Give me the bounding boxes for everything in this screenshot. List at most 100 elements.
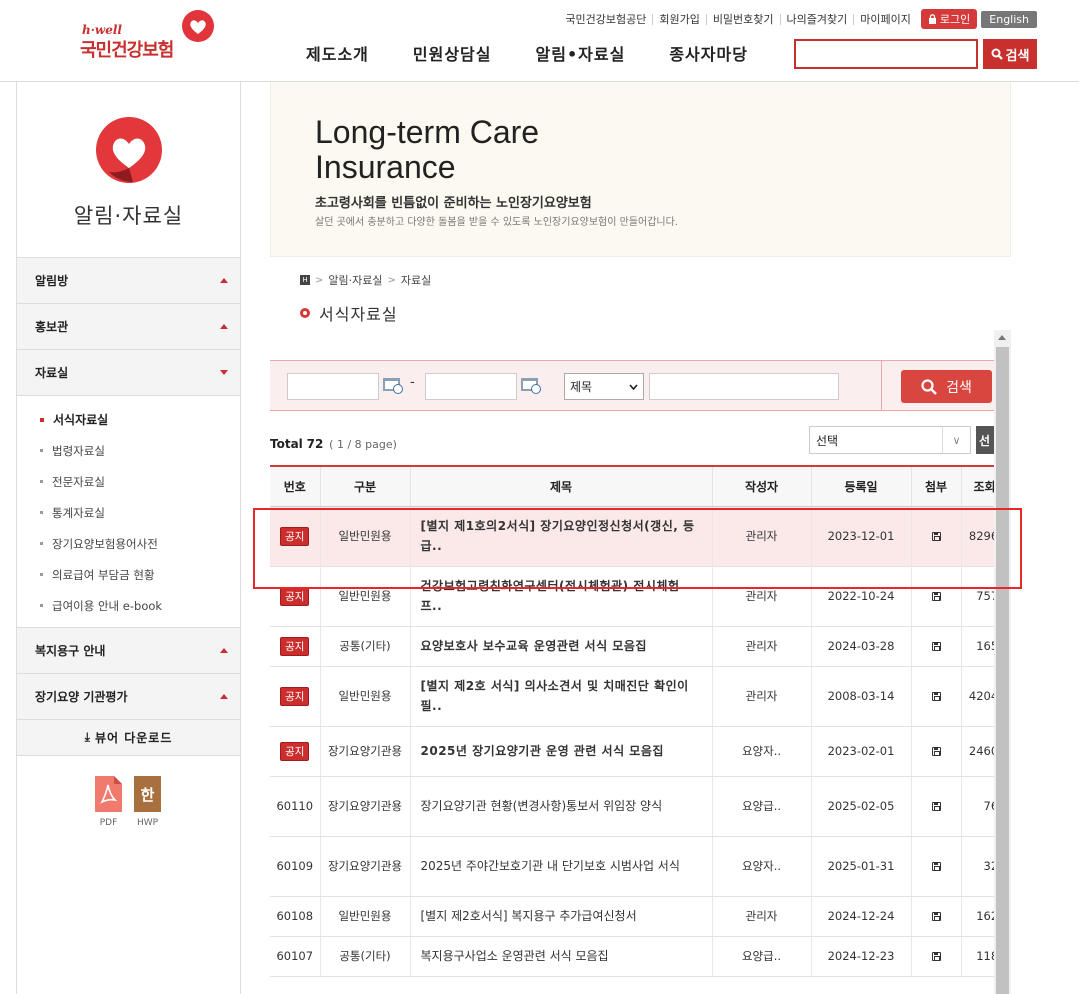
cell-attachment[interactable] bbox=[911, 896, 962, 937]
cell-date: 2025-02-05 bbox=[811, 776, 912, 837]
cell-title-link[interactable]: [별지 제2호서식] 복지용구 추가급여신청서 bbox=[410, 896, 713, 937]
login-label: 로그인 bbox=[939, 13, 971, 26]
floppy-disk-icon[interactable] bbox=[931, 642, 941, 651]
submenu-expert[interactable]: 전문자료실 bbox=[17, 466, 240, 497]
util-link-favorites[interactable]: 나의즐겨찾기 bbox=[779, 13, 854, 25]
search-field-value: 제목 bbox=[570, 380, 593, 394]
cell-title-link[interactable]: 장기요양기관 현황(변경사항)통보서 위임장 양식 bbox=[410, 776, 713, 837]
cell-title-link[interactable]: [별지 제2호 서식] 의사소견서 및 치매진단 확인이 필.. bbox=[410, 666, 713, 727]
cell-views: 1627 bbox=[961, 896, 994, 937]
breadcrumb-item[interactable]: 자료실 bbox=[401, 272, 431, 288]
chevron-up-icon bbox=[220, 278, 228, 283]
site-logo[interactable]: h·well 국민건강보험 bbox=[80, 10, 220, 61]
cell-title-link[interactable]: [별지 제1호의2서식] 장기요양인정신청서(갱신, 등급.. bbox=[410, 506, 713, 567]
col-title: 제목 bbox=[410, 466, 713, 507]
table-row[interactable]: 공지 일반민원용 건강보험고령친화연구센터(전시체험관) 전시체험 프.. 관리자 20… bbox=[270, 566, 994, 627]
cell-attachment[interactable] bbox=[911, 726, 962, 777]
cell-title-link[interactable]: 복지용구사업소 운영관련 서식 모음집 bbox=[410, 936, 713, 977]
sidebar-item-welfare-equipment[interactable]: 복지용구 안내 bbox=[17, 628, 240, 674]
pdf-viewer-link[interactable]: PDF bbox=[95, 776, 122, 828]
cell-number: 60107 bbox=[270, 936, 321, 977]
col-views: 조회 bbox=[961, 466, 994, 507]
table-row[interactable]: 60110 장기요양기관용 장기요양기관 현황(변경사항)통보서 위임장 양식 요양급… bbox=[270, 776, 994, 837]
table-row[interactable]: 공지 공통(기타) 요양보호사 보수교육 운영관련 서식 모음집 관리자 2024-03… bbox=[270, 626, 994, 667]
util-link-mypage[interactable]: 마이페이지 bbox=[853, 13, 917, 25]
submenu-forms[interactable]: 서식자료실 bbox=[17, 404, 240, 435]
date-from-input[interactable] bbox=[287, 373, 379, 400]
sidebar-item-data-room[interactable]: 자료실 bbox=[17, 350, 240, 396]
cell-views: 765 bbox=[961, 776, 994, 837]
category-select[interactable]: 선택 ∨ bbox=[809, 426, 971, 454]
cell-author: 관리자 bbox=[712, 506, 812, 567]
cell-date: 2024-03-28 bbox=[811, 626, 912, 667]
select-button[interactable]: 선 bbox=[976, 426, 994, 454]
nav-workers[interactable]: 종사자마당 bbox=[647, 41, 770, 65]
submenu-statistics[interactable]: 통계자료실 bbox=[17, 497, 240, 528]
header-search-button[interactable]: 검색 bbox=[983, 39, 1037, 69]
table-row[interactable]: 60107 공통(기타) 복지용구사업소 운영관련 서식 모음집 요양급.. 2024-… bbox=[270, 936, 994, 977]
date-to-input[interactable] bbox=[425, 373, 517, 400]
vertical-scrollbar[interactable] bbox=[994, 330, 1011, 994]
cell-title-link[interactable]: 요양보호사 보수교육 운영관련 서식 모음집 bbox=[410, 626, 713, 667]
cell-category: 장기요양기관용 bbox=[320, 836, 411, 897]
cell-attachment[interactable] bbox=[911, 776, 962, 837]
cell-attachment[interactable] bbox=[911, 566, 962, 627]
search-button[interactable]: 검색 bbox=[901, 370, 992, 403]
cell-title-link[interactable]: 2025년 장기요양기관 운영 관련 서식 모음집 bbox=[410, 726, 713, 777]
sidebar-item-evaluation[interactable]: 장기요양 기관평가 bbox=[17, 674, 240, 720]
submenu-dictionary[interactable]: 장기요양보험용어사전 bbox=[17, 528, 240, 559]
cell-attachment[interactable] bbox=[911, 626, 962, 667]
cell-number: 60109 bbox=[270, 836, 321, 897]
cell-attachment[interactable] bbox=[911, 936, 962, 977]
table-row[interactable]: 60109 장기요양기관용 2025년 주야간보호기관 내 단기보호 시범사업 서식… bbox=[270, 836, 994, 897]
scrollbar-thumb[interactable] bbox=[996, 347, 1009, 994]
cell-views: 1183 bbox=[961, 936, 994, 977]
bullet-icon bbox=[40, 449, 43, 452]
calendar-icon[interactable] bbox=[383, 378, 403, 394]
search-field-select[interactable]: 제목 bbox=[564, 373, 644, 400]
notice-badge: 공지 bbox=[280, 636, 310, 656]
header-search-input[interactable] bbox=[794, 39, 978, 69]
home-icon[interactable]: H bbox=[300, 275, 310, 285]
hwp-label: HWP bbox=[136, 818, 159, 828]
banner-subtitle: 초고령사회를 빈틈없이 준비하는 노인장기요양보험 bbox=[315, 196, 592, 211]
lock-icon bbox=[928, 14, 936, 24]
cell-attachment[interactable] bbox=[911, 506, 962, 567]
nav-notice-data[interactable]: 알림•자료실 bbox=[514, 41, 648, 65]
english-button[interactable]: English bbox=[981, 10, 1037, 28]
cell-attachment[interactable] bbox=[911, 836, 962, 897]
sidebar-item-pr[interactable]: 홍보관 bbox=[17, 304, 240, 350]
keyword-input[interactable] bbox=[649, 373, 839, 400]
scroll-up-icon[interactable] bbox=[998, 335, 1006, 340]
breadcrumb-item[interactable]: 알림·자료실 bbox=[328, 272, 382, 288]
floppy-disk-icon[interactable] bbox=[931, 802, 941, 811]
submenu-laws[interactable]: 법령자료실 bbox=[17, 435, 240, 466]
nav-system-intro[interactable]: 제도소개 bbox=[284, 41, 391, 65]
table-row[interactable]: 공지 일반민원용 [별지 제2호 서식] 의사소견서 및 치매진단 확인이 필.. 관… bbox=[270, 666, 994, 727]
sidebar-item-notice-room[interactable]: 알림방 bbox=[17, 258, 240, 304]
floppy-disk-icon[interactable] bbox=[931, 692, 941, 701]
floppy-disk-icon[interactable] bbox=[931, 532, 941, 541]
hwp-viewer-link[interactable]: 한 HWP bbox=[134, 776, 161, 828]
table-row[interactable]: 공지 일반민원용 [별지 제1호의2서식] 장기요양인정신청서(갱신, 등급.. 관리… bbox=[270, 506, 994, 567]
cell-date: 2024-12-23 bbox=[811, 936, 912, 977]
calendar-icon[interactable] bbox=[521, 378, 541, 394]
nav-civil-service[interactable]: 민원상담실 bbox=[391, 41, 514, 65]
submenu-ebook[interactable]: 급여이용 안내 e-book bbox=[17, 590, 240, 621]
util-link-nhis[interactable]: 국민건강보험공단 bbox=[559, 14, 652, 25]
viewer-download-button[interactable]: ⤓ 뷰어 다운로드 bbox=[17, 720, 240, 756]
table-row[interactable]: 60108 일반민원용 [별지 제2호서식] 복지용구 추가급여신청서 관리자 2024… bbox=[270, 896, 994, 937]
util-link-find-password[interactable]: 비밀번호찾기 bbox=[705, 13, 780, 25]
table-row[interactable]: 공지 장기요양기관용 2025년 장기요양기관 운영 관련 서식 모음집 요양자.. 2… bbox=[270, 726, 994, 777]
floppy-disk-icon[interactable] bbox=[931, 592, 941, 601]
floppy-disk-icon[interactable] bbox=[931, 912, 941, 921]
login-button[interactable]: 로그인 bbox=[920, 9, 978, 29]
cell-attachment[interactable] bbox=[911, 666, 962, 727]
cell-title-link[interactable]: 건강보험고령친화연구센터(전시체험관) 전시체험 프.. bbox=[410, 566, 713, 627]
util-link-join[interactable]: 회원가입 bbox=[652, 13, 705, 25]
floppy-disk-icon[interactable] bbox=[931, 747, 941, 756]
cell-title-link[interactable]: 2025년 주야간보호기관 내 단기보호 시범사업 서식 bbox=[410, 836, 713, 897]
floppy-disk-icon[interactable] bbox=[931, 862, 941, 871]
floppy-disk-icon[interactable] bbox=[931, 952, 941, 961]
submenu-medical-aid[interactable]: 의료급여 부담금 현황 bbox=[17, 559, 240, 590]
